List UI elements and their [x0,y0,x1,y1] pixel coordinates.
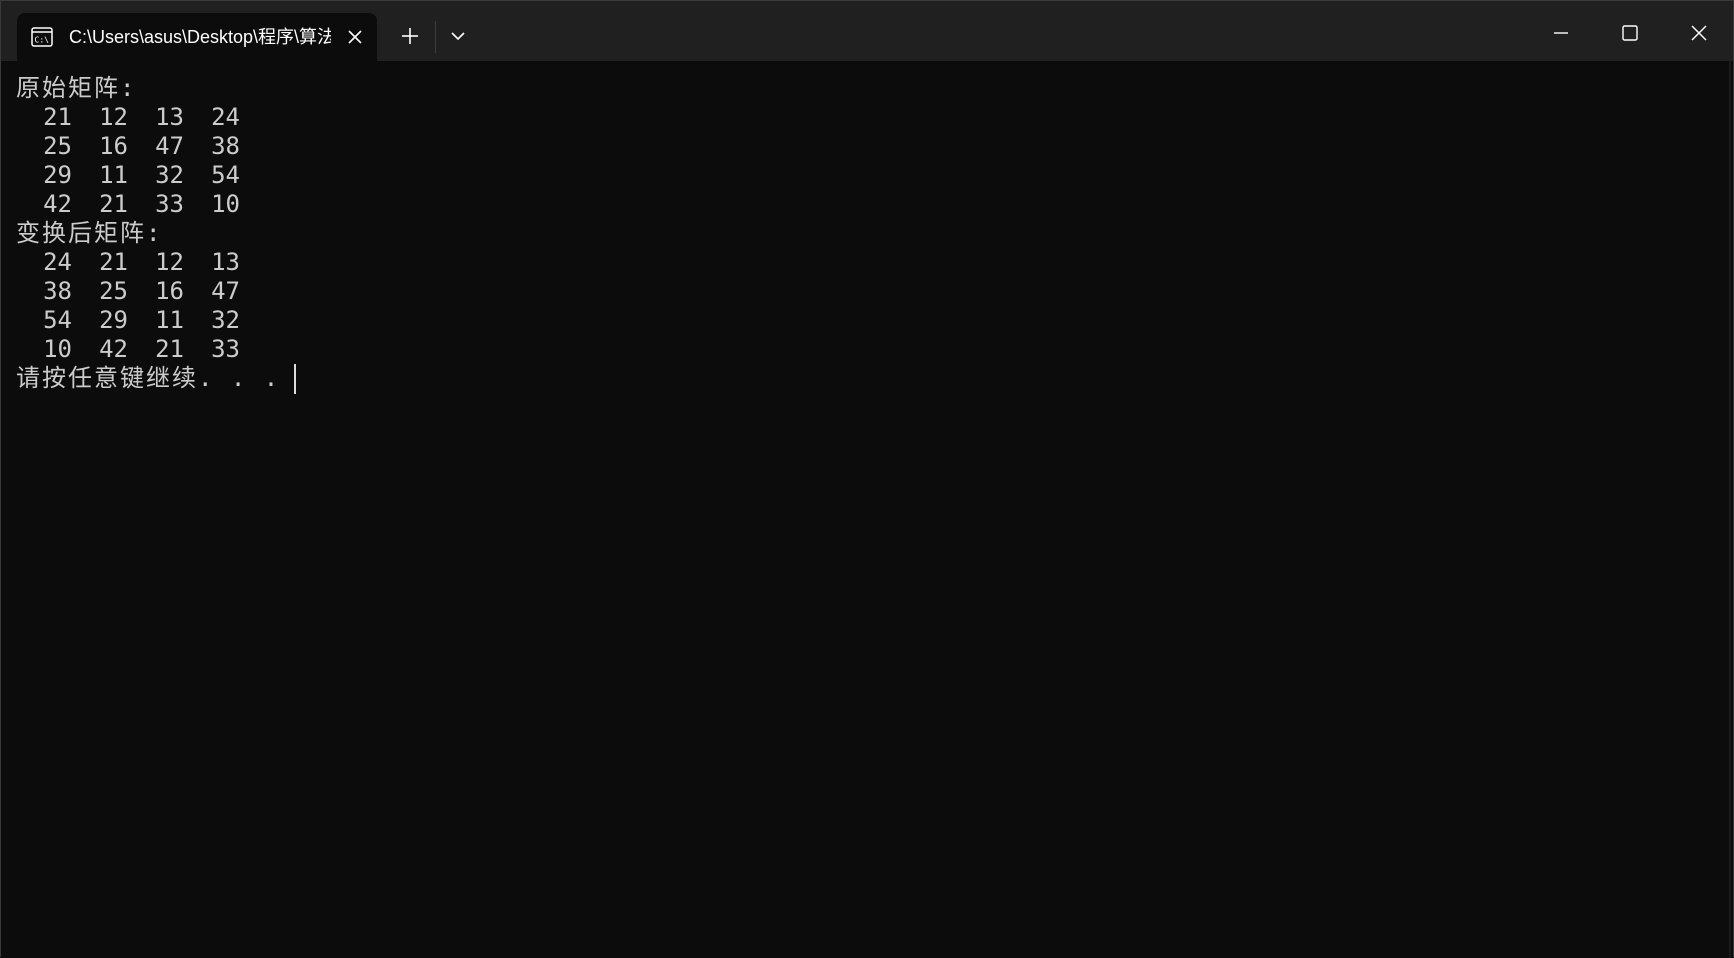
tab-terminal[interactable]: C:\ C:\Users\asus\Desktop\程序\算法 [17,13,377,61]
continue-prompt: 请按任意键继续. . . [16,364,281,392]
matrix-row: 29 11 32 54 [16,161,240,190]
matrix-cell: 42 [43,190,72,218]
matrix-cell: 33 [211,335,240,363]
matrix-cell: 21 [99,190,128,218]
matrix-cell: 12 [155,248,184,276]
matrix-cell: 54 [43,306,72,334]
matrix-cell: 21 [155,335,184,363]
matrix-cell: 42 [99,335,128,363]
matrix-row: 25 16 47 38 [16,132,240,161]
title-bar[interactable]: C:\ C:\Users\asus\Desktop\程序\算法 [1,1,1733,61]
matrix-cell: 16 [155,277,184,305]
matrix-cell: 25 [99,277,128,305]
chevron-down-icon[interactable] [443,21,473,51]
matrix-cell: 47 [211,277,240,305]
matrix-cell: 11 [99,161,128,189]
matrix-cell: 10 [211,190,240,218]
matrix-cell: 12 [99,103,128,131]
matrix-cell: 25 [43,132,72,160]
tab-title: C:\Users\asus\Desktop\程序\算法 [69,27,331,47]
maximize-icon[interactable] [1609,13,1649,53]
matrix-cell: 38 [211,132,240,160]
matrix-cell: 54 [211,161,240,189]
matrix-cell: 13 [211,248,240,276]
close-tab-icon[interactable] [343,25,367,49]
terminal-window: C:\ C:\Users\asus\Desktop\程序\算法 原始矩阵: 21… [0,0,1734,958]
matrix-row: 54 29 11 32 [16,306,240,335]
console-output[interactable]: 原始矩阵: 21 12 13 24 25 16 47 38 29 11 32 54 42 21 33 1… [1,61,1733,958]
minimize-icon[interactable] [1541,13,1581,53]
matrix-row: 24 21 12 13 [16,248,240,277]
close-window-icon[interactable] [1679,13,1719,53]
matrix-cell: 32 [211,306,240,334]
matrix-cell: 32 [155,161,184,189]
text-cursor [294,364,296,394]
scrollbar[interactable] [1729,61,1731,958]
matrix-cell: 33 [155,190,184,218]
matrix-cell: 24 [211,103,240,131]
matrix-cell: 16 [99,132,128,160]
terminal-icon: C:\ [31,27,53,47]
titlebar-divider [435,21,436,53]
matrix-cell: 21 [43,103,72,131]
matrix-cell: 38 [43,277,72,305]
matrix-cell: 24 [43,248,72,276]
matrix-cell: 29 [99,306,128,334]
transformed-matrix-heading: 变换后矩阵: [16,219,163,247]
matrix-cell: 13 [155,103,184,131]
matrix-cell: 47 [155,132,184,160]
matrix-cell: 11 [155,306,184,334]
matrix-cell: 29 [43,161,72,189]
matrix-row: 42 21 33 10 [16,190,240,219]
new-tab-icon[interactable] [395,21,425,51]
matrix-row: 38 25 16 47 [16,277,240,306]
matrix-row: 21 12 13 24 [16,103,240,132]
svg-text:C:\: C:\ [35,36,50,45]
original-matrix-heading: 原始矩阵: [16,74,137,102]
matrix-row: 10 42 21 33 [16,335,240,364]
matrix-cell: 21 [99,248,128,276]
matrix-cell: 10 [43,335,72,363]
